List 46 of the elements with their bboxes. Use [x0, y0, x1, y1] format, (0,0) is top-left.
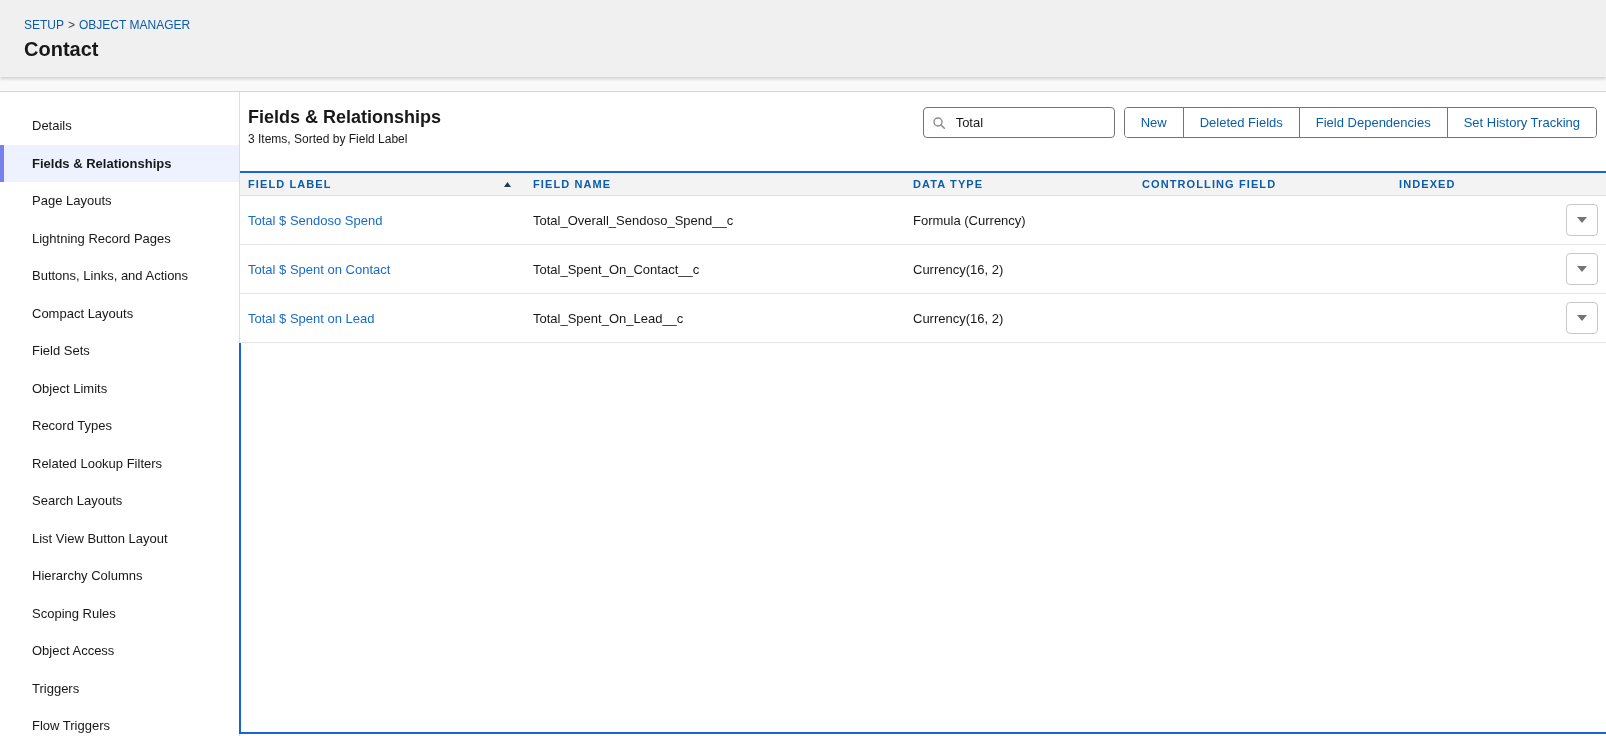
sidebar-item[interactable]: Search Layouts — [0, 482, 239, 520]
row-actions-button[interactable] — [1566, 204, 1598, 236]
field-name-text: Total_Spent_On_Lead__c — [533, 311, 684, 326]
caret-down-icon — [1577, 217, 1587, 223]
sidebar-item[interactable]: Object Limits — [0, 369, 239, 407]
data-type-text: Currency(16, 2) — [913, 311, 1004, 326]
sidebar-item[interactable]: Hierarchy Columns — [0, 557, 239, 595]
sidebar-item[interactable]: Buttons, Links, and Actions — [0, 257, 239, 295]
sidebar-item[interactable]: Fields & Relationships — [0, 144, 239, 182]
breadcrumb-link[interactable]: OBJECT MANAGER — [79, 17, 191, 33]
sidebar-item[interactable]: Flow Triggers — [0, 707, 239, 736]
sidebar-item[interactable]: Compact Layouts — [0, 294, 239, 332]
sidebar-item[interactable]: List View Button Layout — [0, 519, 239, 557]
toolbar-button[interactable]: Set History Tracking — [1446, 108, 1596, 137]
field-name-text: Total_Spent_On_Contact__c — [533, 262, 700, 277]
field-label-link[interactable]: Total $ Spent on Lead — [248, 311, 375, 326]
field-name-text: Total_Overall_Sendoso_Spend__c — [533, 213, 734, 228]
column-header[interactable]: INDEXED — [1399, 175, 1456, 193]
sidebar-item[interactable]: Page Layouts — [0, 182, 239, 220]
sidebar-item[interactable]: Record Types — [0, 407, 239, 445]
sidebar-item[interactable]: Related Lookup Filters — [0, 444, 239, 482]
search-field[interactable]: Total — [922, 107, 1115, 138]
field-label-link[interactable]: Total $ Sendoso Spend — [248, 213, 383, 228]
section-title: Fields & Relationships — [248, 106, 442, 128]
sidebar-item[interactable]: Lightning Record Pages — [0, 219, 239, 257]
row-actions-button[interactable] — [1566, 302, 1598, 334]
data-type-text: Formula (Currency) — [913, 213, 1026, 228]
sidebar-item[interactable]: Details — [0, 107, 239, 145]
column-header[interactable]: DATA TYPE — [913, 175, 984, 193]
breadcrumb-link[interactable]: SETUP — [24, 17, 64, 33]
sidebar-item[interactable]: Triggers — [0, 669, 239, 707]
row-actions-button[interactable] — [1566, 253, 1598, 285]
search-icon — [932, 116, 945, 129]
column-header[interactable]: CONTROLLING FIELD — [1142, 175, 1277, 193]
breadcrumb-separator: > — [68, 17, 76, 33]
data-type-text: Currency(16, 2) — [913, 262, 1004, 277]
sidebar-item[interactable]: Object Access — [0, 632, 239, 670]
caret-down-icon — [1577, 266, 1587, 272]
caret-down-icon — [1577, 315, 1587, 321]
column-header[interactable]: FIELD NAME — [533, 175, 612, 193]
page-title: Contact — [24, 37, 99, 61]
column-header[interactable]: FIELD LABEL — [248, 175, 332, 193]
list-summary: 3 Items, Sorted by Field Label — [248, 131, 408, 147]
sidebar-item[interactable]: Scoping Rules — [0, 594, 239, 632]
field-label-link[interactable]: Total $ Spent on Contact — [248, 262, 391, 277]
sidebar-item[interactable]: Field Sets — [0, 332, 239, 370]
